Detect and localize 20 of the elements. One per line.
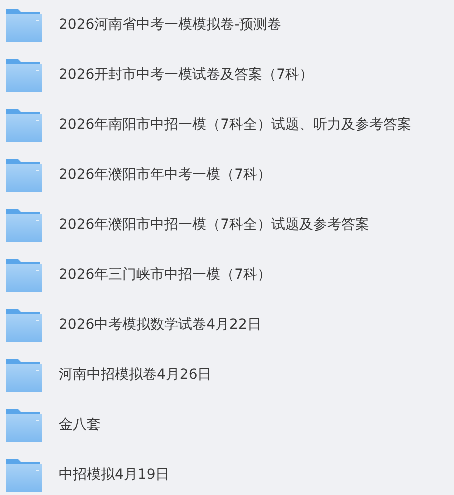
folder-name[interactable]: 2026河南省中考一模模拟卷-预测卷: [59, 16, 282, 34]
folder-name[interactable]: 2026年濮阳市中招一模（7科全）试题及参考答案: [59, 216, 370, 234]
folder-name[interactable]: 河南中招模拟卷4月26日: [59, 366, 212, 384]
folder-icon: [6, 308, 42, 342]
folder-name[interactable]: 2026开封市中考一模试卷及答案（7科）: [59, 66, 314, 84]
folder-name[interactable]: 2026年南阳市中招一模（7科全）试题、听力及参考答案: [59, 116, 412, 134]
folder-icon: [6, 408, 42, 442]
folder-name[interactable]: 2026年濮阳市年中考一模（7科）: [59, 166, 272, 184]
folder-icon: [6, 8, 42, 42]
folder-icon: [6, 208, 42, 242]
folder-name[interactable]: 中招模拟4月19日: [59, 466, 170, 484]
folder-icon: [6, 58, 42, 92]
folder-icon: [6, 358, 42, 392]
folder-name[interactable]: 金八套: [59, 416, 101, 434]
folder-icon: [6, 108, 42, 142]
folder-icon: [6, 158, 42, 192]
folder-name[interactable]: 2026中考模拟数学试卷4月22日: [59, 316, 262, 334]
folder-icon: [6, 258, 42, 292]
folder-icon: [6, 458, 42, 492]
folder-name[interactable]: 2026年三门峡市中招一模（7科）: [59, 266, 272, 284]
